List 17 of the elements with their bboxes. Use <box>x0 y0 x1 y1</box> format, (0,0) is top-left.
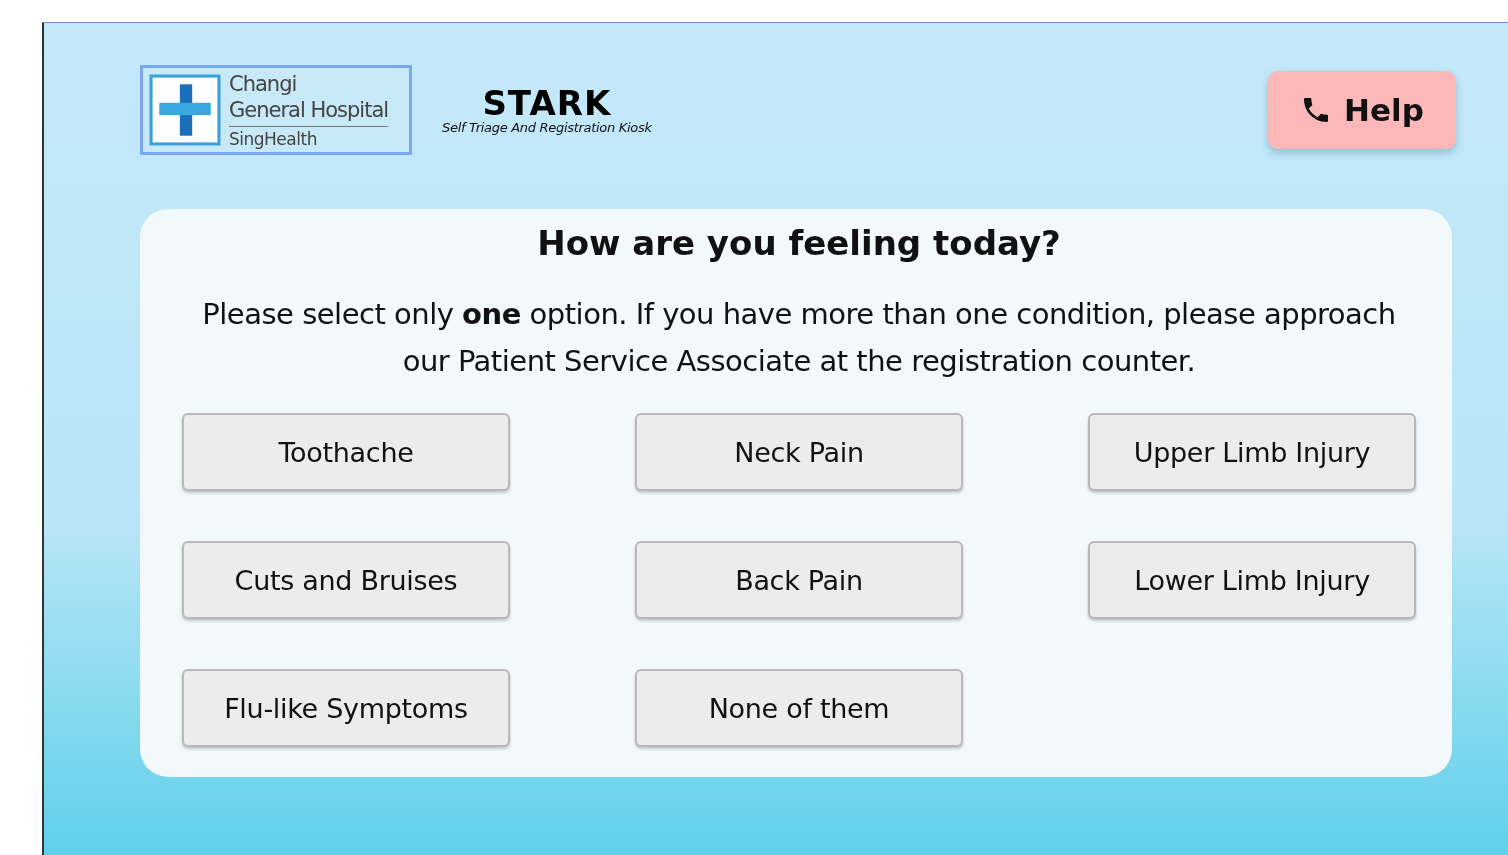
cross-logo-icon <box>149 73 221 147</box>
logo-subtext: SingHealth <box>229 126 389 149</box>
option-button[interactable]: None of them <box>635 669 963 747</box>
kiosk-tagline: Self Triage And Registration Kiosk <box>442 119 652 135</box>
logo-text: Changi <box>229 71 298 97</box>
kiosk-name: STARK <box>482 85 612 120</box>
option-button[interactable]: Upper Limb Injury <box>1088 413 1416 491</box>
option-button[interactable]: Cuts and Bruises <box>182 541 510 619</box>
option-button[interactable]: Neck Pain <box>635 413 963 491</box>
logo-text: General Hospital <box>229 97 389 123</box>
instruction-text: Please select only one option. If you have more than one condition, please approach our Patient Service Associate at the registration counter. <box>201 296 1397 380</box>
help-button[interactable]: Help <box>1268 71 1456 149</box>
question-title: How are you feeling today? <box>537 223 1061 263</box>
option-button[interactable]: Back Pain <box>635 541 963 619</box>
option-button[interactable]: Lower Limb Injury <box>1088 541 1416 619</box>
option-button[interactable]: Toothache <box>182 413 510 491</box>
option-button[interactable]: Flu-like Symptoms <box>182 669 510 747</box>
